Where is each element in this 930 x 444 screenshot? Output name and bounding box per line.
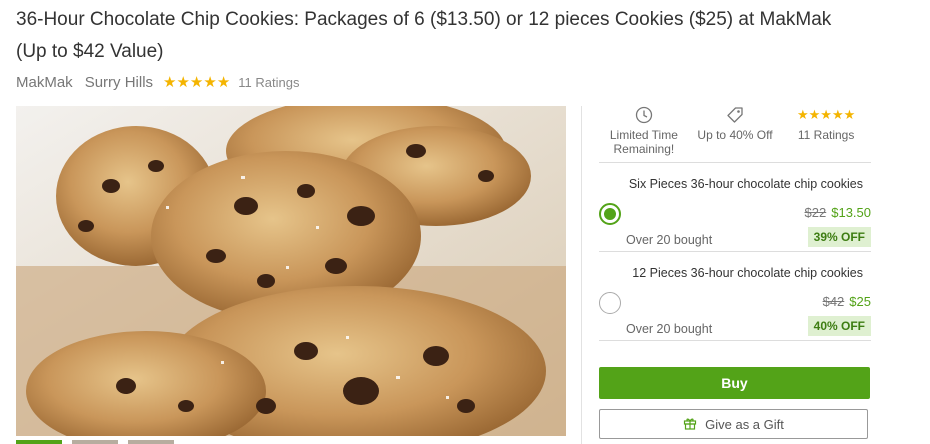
highlight-time: Limited Time Remaining!: [599, 104, 689, 162]
purchase-panel: Limited Time Remaining! Up to 40% Off ★★…: [599, 104, 871, 341]
discounted-price: $25: [849, 294, 871, 309]
thumbnail-2[interactable]: [72, 440, 118, 444]
thumbnail-3[interactable]: [128, 440, 174, 444]
deal-highlights: Limited Time Remaining! Up to 40% Off ★★…: [599, 104, 871, 163]
photo-thumbnails: [16, 440, 174, 444]
option-name: Six Pieces 36-hour chocolate chip cookie…: [628, 177, 863, 191]
bought-count: Over 20 bought: [626, 233, 713, 247]
deal-meta: MakMak Surry Hills ★★★★★ 11 Ratings: [16, 72, 299, 92]
merchant-name[interactable]: MakMak: [16, 74, 73, 91]
option-radio[interactable]: [599, 203, 621, 225]
highlight-ratings: ★★★★★ 11 Ratings: [781, 104, 871, 162]
original-price: $42: [822, 294, 845, 309]
deal-title: 36-Hour Chocolate Chip Cookies: Packages…: [16, 9, 832, 62]
divider: [581, 106, 582, 444]
deal-option-1[interactable]: Six Pieces 36-hour chocolate chip cookie…: [599, 163, 871, 252]
merchant-location: Surry Hills: [84, 73, 154, 91]
option-name: 12 Pieces 36-hour chocolate chip cookies: [632, 266, 863, 280]
highlight-ratings-label[interactable]: 11 Ratings: [798, 128, 854, 142]
discounted-price: $13.50: [831, 205, 871, 220]
original-price: $22: [804, 205, 827, 220]
discount-badge: 39% OFF: [807, 227, 871, 247]
deal-option-2[interactable]: 12 Pieces 36-hour chocolate chip cookies…: [599, 252, 871, 341]
tag-icon: [690, 104, 780, 126]
highlight-discount: Up to 40% Off: [690, 104, 780, 162]
clock-icon: [599, 104, 689, 126]
gift-label: Give as a Gift: [705, 416, 784, 432]
highlight-time-label: Limited Time Remaining!: [609, 128, 678, 156]
option-price: $42 $25: [823, 294, 871, 309]
discount-badge: 40% OFF: [807, 316, 871, 336]
rating-count[interactable]: 11 Ratings: [238, 75, 299, 90]
rating-stars: ★★★★★: [163, 74, 231, 91]
cookies-image: [16, 106, 566, 436]
thumbnail-1[interactable]: [16, 440, 62, 444]
deal-photo[interactable]: [16, 106, 566, 436]
rating-stars-small: ★★★★★: [796, 107, 856, 122]
buy-button[interactable]: Buy: [599, 367, 870, 399]
gift-icon: [683, 416, 697, 433]
gift-button[interactable]: Give as a Gift: [599, 409, 868, 439]
option-radio[interactable]: [599, 292, 621, 314]
option-price: $22 $13.50: [805, 205, 871, 220]
bought-count: Over 20 bought: [626, 322, 713, 336]
highlight-discount-label: Up to 40% Off: [697, 128, 773, 142]
